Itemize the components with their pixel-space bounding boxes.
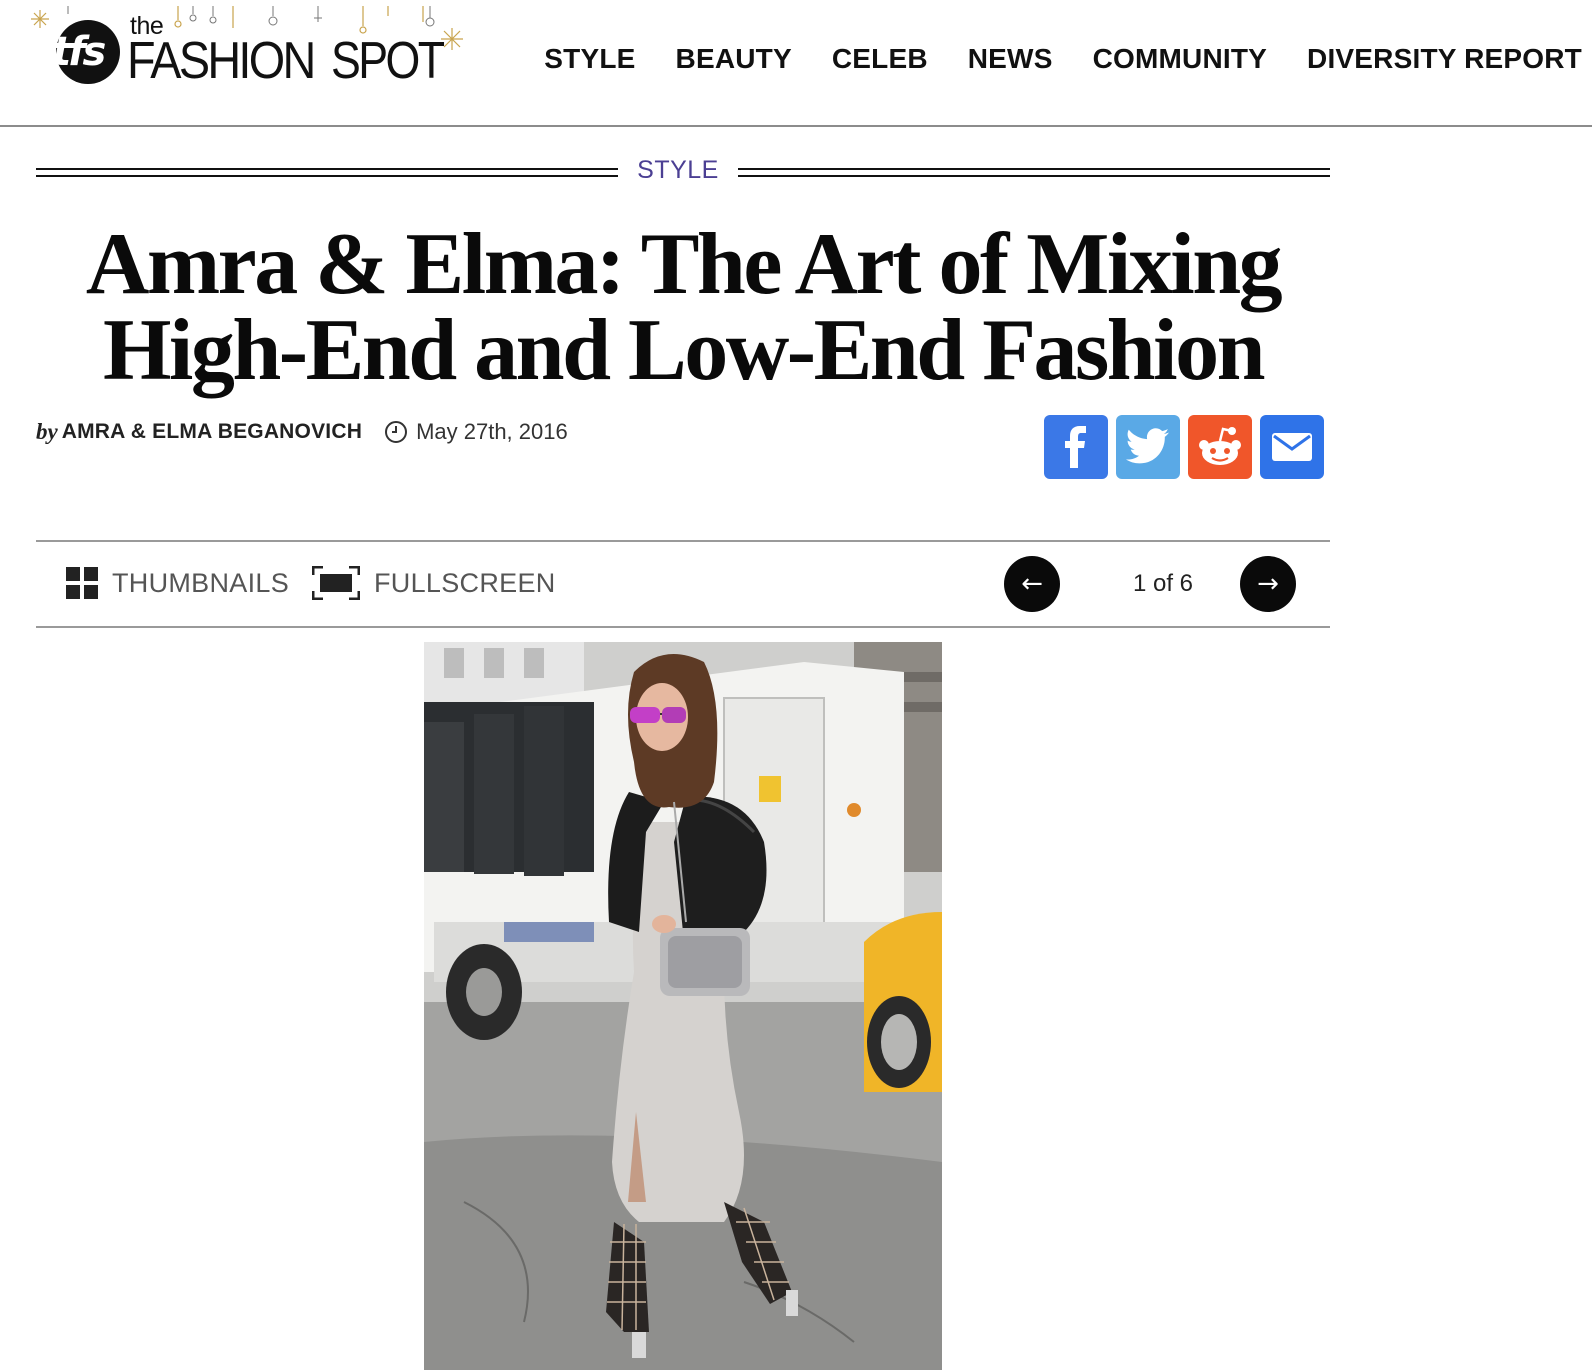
main-nav: STYLE BEAUTY CELEB NEWS COMMUNITY DIVERS… <box>504 42 1582 76</box>
byline: by AMRA & ELMA BEGANOVICH May 27th, 2016 <box>36 416 568 448</box>
nav-item-style[interactable]: STYLE <box>544 42 635 76</box>
arrow-left-icon: ← <box>1021 569 1043 599</box>
twitter-share-button[interactable] <box>1116 415 1180 479</box>
thumbnails-button[interactable]: THUMBNAILS <box>66 566 289 600</box>
byline-prefix: by <box>36 419 58 444</box>
nav-item-celeb[interactable]: CELEB <box>832 42 928 76</box>
nav-item-community[interactable]: COMMUNITY <box>1093 42 1267 76</box>
grid-icon <box>66 567 98 599</box>
arrow-right-icon: → <box>1257 569 1279 599</box>
nav-item-news[interactable]: NEWS <box>968 42 1053 76</box>
clock-icon <box>384 420 408 444</box>
previous-slide-button[interactable]: ← <box>1004 556 1060 612</box>
slide-counter: 1 of 6 <box>1132 570 1194 597</box>
fullscreen-button[interactable]: FULLSCREEN <box>312 566 556 600</box>
logo-spot-text: SPOT <box>331 32 445 90</box>
reddit-share-button[interactable] <box>1188 415 1252 479</box>
logo-fashion-text: FASHION <box>127 32 316 90</box>
publish-date: May 27th, 2016 <box>416 419 568 444</box>
reddit-icon <box>1199 427 1241 465</box>
share-buttons <box>1044 415 1324 479</box>
site-header: tfs the FASHION SPOT STYLE BEAUTY CELEB … <box>0 0 1592 127</box>
twitter-icon <box>1125 428 1170 464</box>
facebook-icon <box>1065 426 1086 468</box>
thumbnails-label: THUMBNAILS <box>112 568 290 598</box>
divider-line-right <box>738 168 1330 177</box>
article-title-line-2: High-End and Low-End Fashion <box>102 302 1266 399</box>
author-link[interactable]: AMRA & ELMA BEGANOVICH <box>62 420 362 444</box>
street-style-photo <box>424 642 942 1370</box>
article-title-line-1: Amra & Elma: The Art of Mixing <box>85 216 1283 313</box>
fullscreen-label: FULLSCREEN <box>374 568 556 598</box>
logo-badge-text: tfs <box>52 29 106 75</box>
nav-item-beauty[interactable]: BEAUTY <box>676 42 792 76</box>
gallery-photo[interactable] <box>424 642 942 1370</box>
article-title: Amra & Elma: The Art of Mixing High-End … <box>36 221 1330 395</box>
email-icon <box>1272 433 1312 461</box>
divider-line-left <box>36 168 618 177</box>
facebook-share-button[interactable] <box>1044 415 1108 479</box>
site-logo[interactable]: tfs the FASHION SPOT <box>28 6 478 96</box>
section-divider: STYLE <box>36 150 1330 194</box>
section-link[interactable]: STYLE <box>618 156 738 185</box>
nav-item-diversity-report[interactable]: DIVERSITY REPORT <box>1307 42 1582 76</box>
fullscreen-icon <box>312 566 360 600</box>
next-slide-button[interactable]: → <box>1240 556 1296 612</box>
email-share-button[interactable] <box>1260 415 1324 479</box>
gallery-toolbar: THUMBNAILS FULLSCREEN ← 1 of 6 → <box>36 540 1330 628</box>
